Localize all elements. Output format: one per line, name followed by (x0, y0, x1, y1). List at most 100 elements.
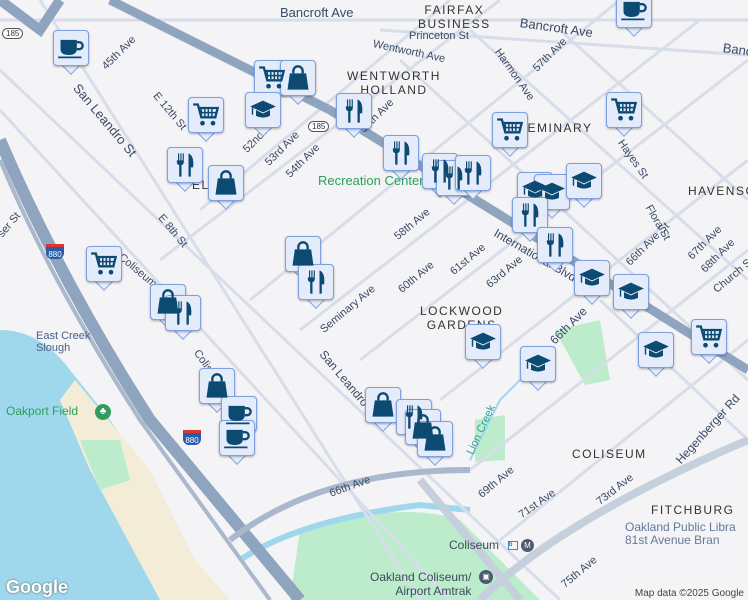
school-marker[interactable] (574, 260, 610, 305)
school-marker[interactable] (613, 274, 649, 319)
school-marker[interactable] (520, 346, 556, 391)
shopping-bag-icon (212, 169, 240, 197)
restaurant-marker[interactable] (537, 227, 573, 272)
neighborhood-fairfax: FAIRFAX BUSINESS (418, 3, 491, 31)
marker-box (537, 227, 573, 263)
neighborhood-coliseum: COLISEUM (572, 447, 647, 461)
map[interactable]: 185 185 880 880 FAIRFAX BUSINESS WENTWOR… (0, 0, 748, 600)
marker-box (417, 421, 453, 457)
marker-box (199, 368, 235, 404)
graduation-cap-icon (570, 167, 598, 195)
shopping-bag-icon (289, 240, 317, 268)
i880-shield: 880 (46, 244, 64, 259)
shopping-bag-icon (284, 64, 312, 92)
marker-box (465, 324, 501, 360)
cafe-marker[interactable] (616, 0, 652, 37)
cart-marker[interactable] (188, 97, 224, 142)
marker-box (219, 420, 255, 456)
restaurant-marker[interactable] (455, 155, 491, 200)
marker-box (455, 155, 491, 191)
marker-box (492, 112, 528, 148)
library-label[interactable]: Oakland Public Libra 81st Avenue Bran (625, 521, 736, 547)
marker-box (53, 30, 89, 66)
google-logo[interactable]: Google (6, 577, 68, 598)
shopping-cart-icon (258, 64, 286, 92)
fork-knife-icon (541, 231, 569, 259)
marker-box (691, 319, 727, 355)
shopping-bag-marker[interactable] (417, 421, 453, 466)
shopping-bag-marker[interactable] (208, 165, 244, 210)
restaurant-marker[interactable] (383, 135, 419, 180)
cafe-marker[interactable] (53, 30, 89, 75)
shopping-bag-icon (203, 372, 231, 400)
shopping-bag-icon (421, 425, 449, 453)
sr185-shield: 185 (2, 28, 24, 39)
shopping-cart-icon (192, 101, 220, 129)
cart-marker[interactable] (606, 92, 642, 137)
marker-box (613, 274, 649, 310)
marker-box (365, 387, 401, 423)
neighborhood-seminary: SEMINARY (518, 121, 593, 135)
train-icon[interactable]: ▣ (479, 570, 493, 584)
marker-box (245, 92, 281, 128)
shopping-cart-icon (496, 116, 524, 144)
i880-shield: 880 (183, 430, 201, 445)
fork-knife-icon (516, 201, 544, 229)
fork-knife-icon (459, 159, 487, 187)
restaurant-marker[interactable] (165, 295, 201, 340)
graduation-cap-icon (469, 328, 497, 356)
marker-box (520, 346, 556, 382)
cart-marker[interactable] (691, 319, 727, 364)
marker-box (616, 0, 652, 28)
sr185-shield: 185 (308, 121, 330, 132)
school-marker[interactable] (566, 163, 602, 208)
graduation-cap-icon (249, 96, 277, 124)
coliseum-station-label[interactable]: Coliseum (449, 538, 499, 552)
shopping-bag-marker[interactable] (280, 60, 316, 105)
school-marker[interactable] (638, 332, 674, 377)
neighborhood-fitchburg: FITCHBURG (651, 503, 735, 517)
marker-box (638, 332, 674, 368)
marker-box (574, 260, 610, 296)
bart-icon[interactable]: b (508, 541, 518, 550)
marker-box (86, 246, 122, 282)
restaurant-marker[interactable] (298, 264, 334, 309)
map-attribution[interactable]: Map data ©2025 Google (630, 587, 748, 600)
marker-box (512, 197, 548, 233)
marker-box (566, 163, 602, 199)
oakport-field-label[interactable]: Oakport Field (6, 404, 78, 418)
fork-knife-icon (302, 268, 330, 296)
coffee-cup-icon (57, 34, 85, 62)
restaurant-marker[interactable] (336, 93, 372, 138)
marker-box (208, 165, 244, 201)
cart-marker[interactable] (492, 112, 528, 157)
graduation-cap-icon (578, 264, 606, 292)
park-icon[interactable]: ♣ (95, 404, 111, 420)
marker-box (280, 60, 316, 96)
marker-box (188, 97, 224, 133)
shopping-cart-icon (90, 250, 118, 278)
graduation-cap-icon (524, 350, 552, 378)
street-label: Bancroft Ave (280, 5, 354, 20)
marker-box (336, 93, 372, 129)
coffee-cup-icon (223, 424, 251, 452)
coffee-cup-icon (620, 0, 648, 24)
marker-box (285, 236, 321, 272)
school-marker[interactable] (465, 324, 501, 369)
street-label: Princeton St (409, 30, 469, 42)
slough-label: East Creek Slough (36, 330, 91, 354)
cart-marker[interactable] (86, 246, 122, 291)
fork-knife-icon (169, 299, 197, 327)
fork-knife-icon (387, 139, 415, 167)
school-marker[interactable] (245, 92, 281, 137)
marker-box (167, 147, 203, 183)
neighborhood-havenscourt: HAVENSC (688, 184, 748, 198)
cafe-marker[interactable] (219, 420, 255, 465)
marker-box (165, 295, 201, 331)
marker-box (606, 92, 642, 128)
graduation-cap-icon (617, 278, 645, 306)
shopping-cart-icon (610, 96, 638, 124)
amtrak-label[interactable]: Oakland Coliseum/ Airport Amtrak (370, 570, 471, 598)
metro-icon[interactable]: M (521, 539, 534, 552)
restaurant-marker[interactable] (167, 147, 203, 192)
